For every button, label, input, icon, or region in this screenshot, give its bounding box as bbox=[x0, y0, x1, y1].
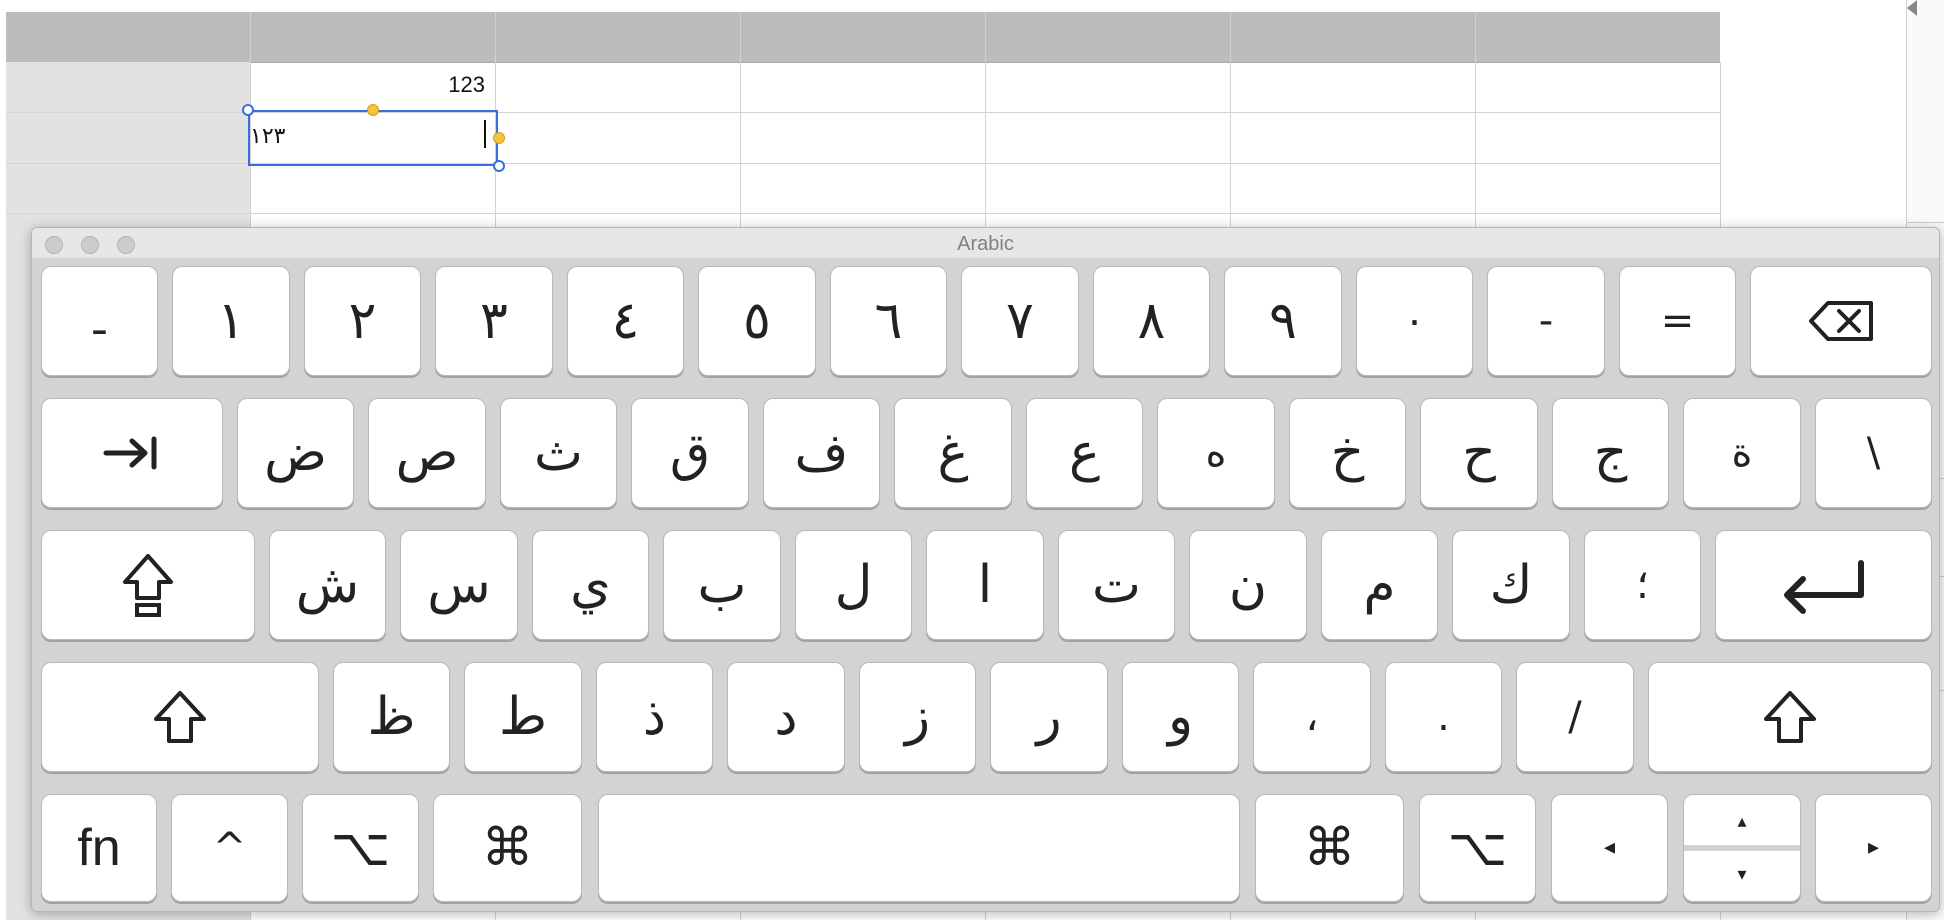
keyboard-viewer-window: Arabic ـ ١ ٢ ٣ ٤ ٥ ٦ ٧ ٨ ٩ ٠ - = ض ص ث ق… bbox=[31, 227, 1940, 912]
key-jeem[interactable]: ج bbox=[1552, 398, 1669, 508]
column-separator bbox=[740, 12, 741, 62]
key-kaf[interactable]: ك bbox=[1452, 530, 1570, 640]
key-1[interactable]: ١ bbox=[172, 266, 290, 376]
column-separator bbox=[1475, 12, 1476, 62]
text-cursor bbox=[484, 120, 486, 148]
tab-icon bbox=[103, 436, 157, 470]
reference-handle-right[interactable] bbox=[493, 132, 505, 144]
key-waw[interactable]: و bbox=[1122, 662, 1239, 772]
key-lam[interactable]: ل bbox=[795, 530, 912, 640]
key-equals[interactable]: = bbox=[1619, 266, 1736, 376]
key-arrow-down[interactable]: ▾ bbox=[1684, 848, 1800, 901]
column-separator bbox=[1230, 12, 1231, 62]
key-arrow-up-down: ▴ ▾ bbox=[1683, 794, 1801, 902]
key-fa[interactable]: ف bbox=[763, 398, 880, 508]
shift-icon bbox=[1764, 691, 1816, 743]
key-period[interactable]: . bbox=[1385, 662, 1502, 772]
column-separator bbox=[250, 12, 251, 62]
key-command-left[interactable]: ⌘ bbox=[433, 794, 582, 902]
key-arabic-semicolon[interactable]: ؛ bbox=[1584, 530, 1701, 640]
key-3[interactable]: ٣ bbox=[435, 266, 553, 376]
key-ya[interactable]: ي bbox=[532, 530, 649, 640]
key-hha[interactable]: ح bbox=[1420, 398, 1538, 508]
shift-icon bbox=[154, 691, 206, 743]
key-8[interactable]: ٨ bbox=[1093, 266, 1210, 376]
column-separator bbox=[495, 12, 496, 62]
window-title: Arabic bbox=[957, 233, 1014, 255]
key-7[interactable]: ٧ bbox=[961, 266, 1079, 376]
key-backslash[interactable]: \ bbox=[1815, 398, 1932, 508]
cell-value-a1[interactable]: 123 bbox=[250, 72, 485, 98]
delete-icon bbox=[1809, 301, 1873, 341]
key-arabic-comma[interactable]: ، bbox=[1253, 662, 1371, 772]
key-delete[interactable] bbox=[1750, 266, 1932, 376]
selection-handle-top-left[interactable] bbox=[242, 104, 254, 116]
column-header-bar[interactable] bbox=[6, 12, 1720, 63]
key-arrow-up[interactable]: ▴ bbox=[1684, 795, 1800, 848]
key-zah[interactable]: ظ bbox=[333, 662, 450, 772]
key-sad[interactable]: ص bbox=[368, 398, 486, 508]
key-fn[interactable]: fn bbox=[41, 794, 157, 902]
key-ra[interactable]: ر bbox=[990, 662, 1108, 772]
key-ain[interactable]: ع bbox=[1026, 398, 1143, 508]
reference-handle-top[interactable] bbox=[367, 104, 379, 116]
caps-lock-icon bbox=[123, 554, 173, 617]
key-dal[interactable]: د bbox=[727, 662, 845, 772]
key-noon[interactable]: ن bbox=[1189, 530, 1307, 640]
key-command-right[interactable]: ⌘ bbox=[1255, 794, 1404, 902]
key-shift-right[interactable] bbox=[1648, 662, 1932, 772]
panel-divider bbox=[1907, 222, 1944, 223]
key-minus[interactable]: - bbox=[1487, 266, 1605, 376]
key-ta[interactable]: ت bbox=[1058, 530, 1175, 640]
return-icon bbox=[1783, 560, 1864, 614]
key-tah[interactable]: ط bbox=[464, 662, 582, 772]
key-return[interactable] bbox=[1715, 530, 1932, 640]
row-gridline bbox=[6, 213, 1720, 214]
key-shift-left[interactable] bbox=[41, 662, 319, 772]
key-sheen[interactable]: ش bbox=[269, 530, 386, 640]
key-thal[interactable]: ذ bbox=[596, 662, 713, 772]
key-dad[interactable]: ض bbox=[237, 398, 354, 508]
key-kha[interactable]: خ bbox=[1289, 398, 1406, 508]
key-arrow-right[interactable]: ▸ bbox=[1815, 794, 1932, 902]
key-5[interactable]: ٥ bbox=[698, 266, 816, 376]
key-seen[interactable]: س bbox=[400, 530, 518, 640]
key-9[interactable]: ٩ bbox=[1224, 266, 1342, 376]
key-control[interactable]: ^ bbox=[171, 794, 288, 902]
key-ba[interactable]: ب bbox=[663, 530, 781, 640]
key-option-left[interactable]: ⌥ bbox=[302, 794, 419, 902]
column-separator bbox=[985, 12, 986, 62]
key-tab[interactable] bbox=[41, 398, 223, 508]
key-arrow-left[interactable]: ◂ bbox=[1551, 794, 1668, 902]
key-6[interactable]: ٦ bbox=[830, 266, 947, 376]
key-slash[interactable]: / bbox=[1516, 662, 1634, 772]
key-option-right[interactable]: ⌥ bbox=[1419, 794, 1536, 902]
window-titlebar[interactable]: Arabic bbox=[32, 228, 1939, 259]
key-ta-marbuta[interactable]: ة bbox=[1683, 398, 1801, 508]
key-0[interactable]: ٠ bbox=[1356, 266, 1473, 376]
key-meem[interactable]: م bbox=[1321, 530, 1438, 640]
selected-cell-border[interactable] bbox=[248, 110, 498, 166]
key-zain[interactable]: ز bbox=[859, 662, 976, 772]
key-ghain[interactable]: غ bbox=[894, 398, 1012, 508]
key-qaf[interactable]: ق bbox=[631, 398, 749, 508]
key-ha[interactable]: ه bbox=[1157, 398, 1275, 508]
key-4[interactable]: ٤ bbox=[567, 266, 684, 376]
key-tha[interactable]: ث bbox=[500, 398, 617, 508]
collapse-arrow-icon[interactable] bbox=[1907, 0, 1917, 16]
key-2[interactable]: ٢ bbox=[304, 266, 421, 376]
key-alef[interactable]: ا bbox=[926, 530, 1044, 640]
key-caps-lock[interactable] bbox=[41, 530, 255, 640]
selection-handle-bottom-right[interactable] bbox=[493, 160, 505, 172]
key-tatweel[interactable]: ـ bbox=[41, 266, 158, 376]
key-space[interactable] bbox=[598, 794, 1240, 902]
